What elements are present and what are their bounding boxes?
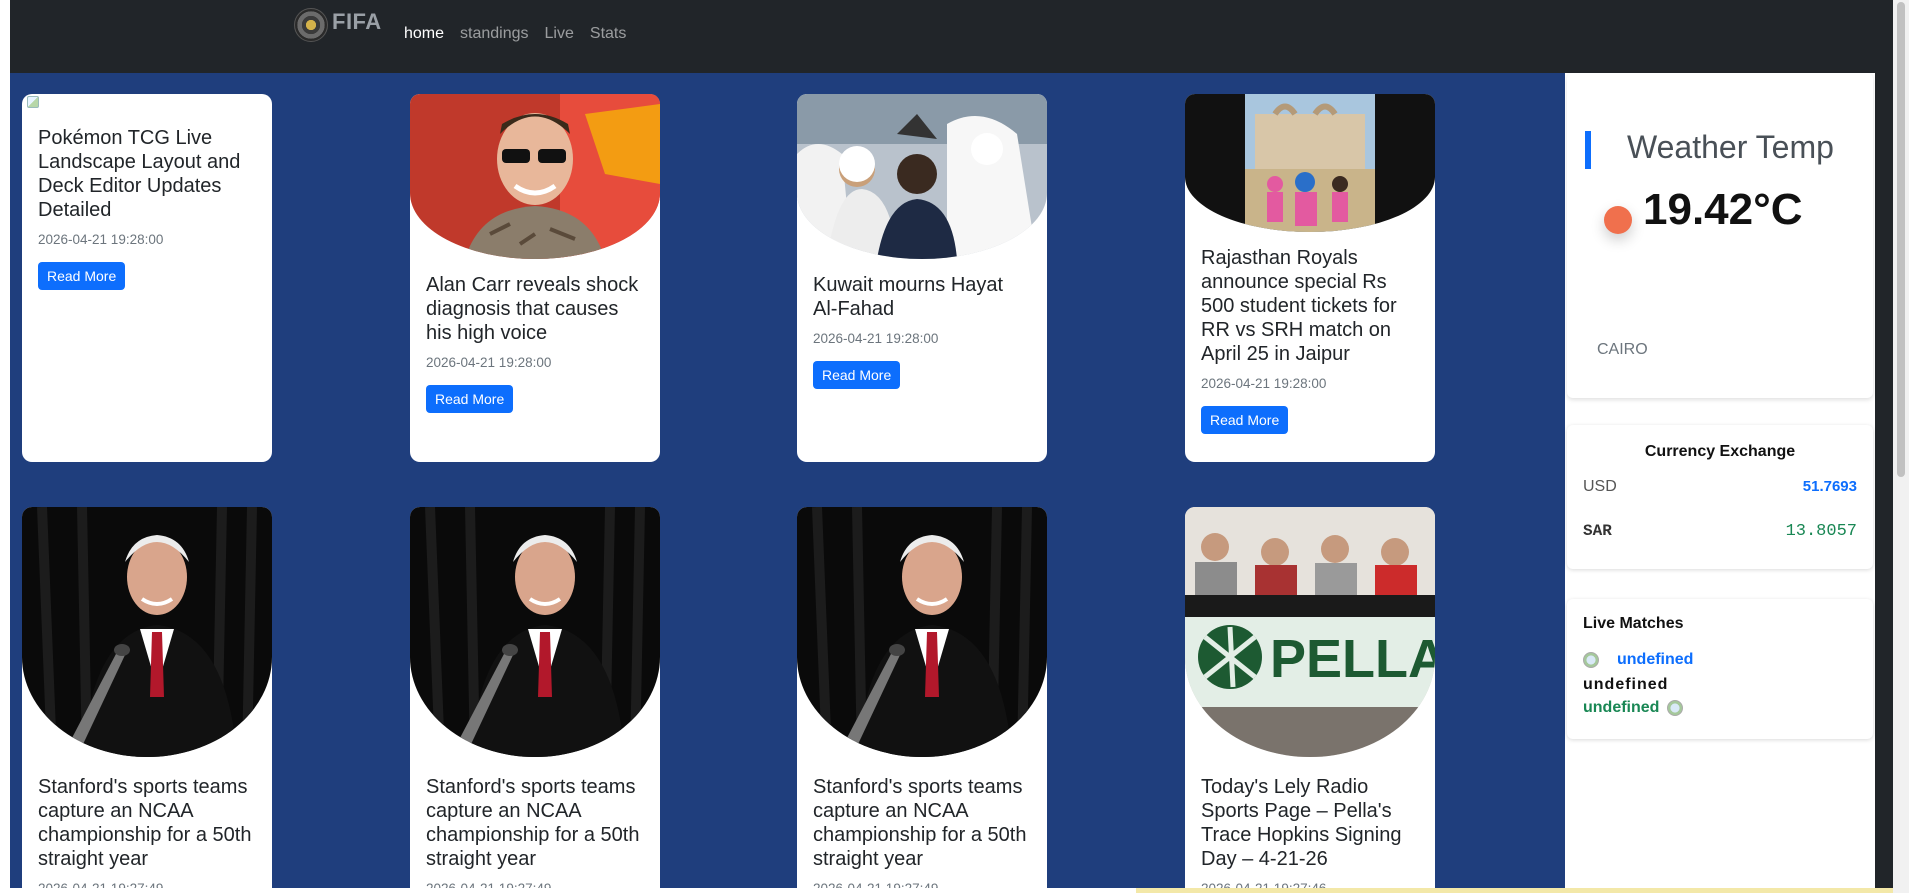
news-card: Alan Carr reveals shock diagnosis that c…: [410, 94, 660, 462]
currency-row: SAR 13.8057: [1583, 522, 1857, 541]
news-card: Kuwait mourns Hayat Al-Fahad 2026-04-21 …: [797, 94, 1047, 462]
card-body: Rajasthan Royals announce special Rs 500…: [1185, 232, 1435, 448]
nav-link-standings[interactable]: standings: [460, 25, 529, 43]
news-card: Pokémon TCG Live Landscape Layout and De…: [22, 94, 272, 462]
speaker-at-podium-photo[interactable]: [22, 507, 272, 757]
card-body: Kuwait mourns Hayat Al-Fahad 2026-04-21 …: [797, 259, 1047, 403]
card-title: Pokémon TCG Live Landscape Layout and De…: [38, 127, 241, 221]
currency-code: USD: [1583, 478, 1617, 495]
live-matches-widget: Live Matches undefined undefined undefin…: [1567, 599, 1873, 739]
card-title: Stanford's sports teams capture an NCAA …: [426, 776, 640, 870]
card-image-art: [410, 507, 660, 757]
currency-value: 51.7693: [1802, 478, 1857, 495]
card-body: Pokémon TCG Live Landscape Layout and De…: [22, 94, 272, 304]
card-date: 2026-04-21 19:28:00: [426, 355, 552, 370]
match-away-row[interactable]: undefined: [1583, 699, 1684, 717]
page: FIFA home standings Live Stats Pokémon T…: [0, 0, 1909, 893]
speaker-at-podium-photo[interactable]: [797, 507, 1047, 757]
card-image-art: [797, 507, 1047, 757]
currency-code: SAR: [1583, 522, 1612, 540]
right-gutter: [1875, 0, 1893, 893]
weather-city: CAIRO: [1597, 341, 1648, 358]
news-card: Rajasthan Royals announce special Rs 500…: [1185, 94, 1435, 462]
home-team-logo-icon: [1583, 652, 1599, 668]
sidebar: Weather Temp 19.42°C CAIRO Currency Exch…: [1565, 73, 1875, 893]
card-body: Stanford's sports teams capture an NCAA …: [797, 757, 1047, 893]
speaker-at-podium-photo[interactable]: [410, 507, 660, 757]
news-card: PELLA Today's Lely Radio Sports Page – P…: [1185, 507, 1435, 893]
card-body: Stanford's sports teams capture an NCAA …: [22, 757, 272, 893]
card-image-art: [797, 94, 1047, 259]
weather-temperature: 19.42°C: [1643, 185, 1803, 234]
card-body: Alan Carr reveals shock diagnosis that c…: [410, 259, 660, 427]
card-image-art: [410, 94, 660, 259]
card-body: Stanford's sports teams capture an NCAA …: [410, 757, 660, 893]
match-score: undefined: [1583, 676, 1669, 693]
read-more-button[interactable]: Read More: [426, 385, 514, 413]
scrollbar-thumb[interactable]: [1897, 2, 1905, 477]
nav-links: home standings Live Stats: [404, 25, 626, 43]
match-score-row: undefined: [1583, 676, 1668, 694]
currency-row: USD 51.7693: [1583, 478, 1857, 496]
news-card: Stanford's sports teams capture an NCAA …: [797, 507, 1047, 893]
card-date: 2026-04-21 19:28:00: [1201, 376, 1327, 391]
man-with-glasses-photo[interactable]: [410, 94, 660, 259]
card-image-art: [22, 507, 272, 757]
cricket-fans-palace-photo[interactable]: [1185, 94, 1435, 232]
read-more-button[interactable]: Read More: [813, 361, 901, 389]
broken-image-icon: [27, 96, 39, 108]
card-title: Stanford's sports teams capture an NCAA …: [38, 776, 252, 870]
vertical-scrollbar[interactable]: [1893, 0, 1909, 893]
home-team-name: undefined: [1617, 651, 1694, 668]
read-more-button[interactable]: Read More: [38, 262, 126, 290]
weather-title: Weather Temp: [1627, 129, 1834, 165]
sun-icon: [1604, 206, 1632, 234]
currency-value: 13.8057: [1785, 522, 1857, 541]
read-more-button[interactable]: Read More: [1201, 406, 1289, 434]
card-body: Today's Lely Radio Sports Page – Pella's…: [1185, 757, 1435, 893]
away-team-logo-icon: [1667, 700, 1684, 716]
navbar: FIFA home standings Live Stats: [10, 0, 1875, 73]
brand-name: FIFA: [332, 9, 382, 34]
card-title: Today's Lely Radio Sports Page – Pella's…: [1201, 776, 1402, 870]
left-edge: [0, 0, 10, 893]
crowd-mourning-photo[interactable]: [797, 94, 1047, 259]
live-matches-title: Live Matches: [1583, 615, 1684, 632]
bottom-border: [0, 888, 1893, 893]
nav-link-home[interactable]: home: [404, 25, 444, 43]
away-team-name: undefined: [1583, 699, 1660, 716]
brand[interactable]: FIFA: [294, 8, 382, 42]
weather-widget: Weather Temp 19.42°C CAIRO: [1567, 73, 1873, 398]
svg-text:PELLA: PELLA: [1270, 629, 1435, 689]
card-title: Rajasthan Royals announce special Rs 500…: [1201, 247, 1397, 365]
card-image-art: PELLA: [1185, 507, 1435, 757]
card-image-art: [1185, 94, 1435, 232]
soccer-ball-icon: [294, 8, 328, 42]
card-title: Kuwait mourns Hayat Al-Fahad: [813, 274, 1004, 320]
currency-title: Currency Exchange: [1644, 443, 1796, 460]
news-card: Stanford's sports teams capture an NCAA …: [22, 507, 272, 893]
news-card: Stanford's sports teams capture an NCAA …: [410, 507, 660, 893]
card-date: 2026-04-21 19:28:00: [813, 331, 939, 346]
currency-widget: Currency Exchange USD 51.7693 SAR 13.805…: [1567, 425, 1873, 569]
match-home-row[interactable]: undefined: [1583, 651, 1693, 669]
nav-link-stats[interactable]: Stats: [590, 25, 626, 43]
card-title: Stanford's sports teams capture an NCAA …: [813, 776, 1027, 870]
card-date: 2026-04-21 19:28:00: [38, 232, 164, 247]
weather-accent-bar: [1585, 131, 1591, 169]
pella-signing-day-photo[interactable]: PELLA: [1185, 507, 1435, 757]
nav-link-live[interactable]: Live: [545, 25, 574, 43]
card-title: Alan Carr reveals shock diagnosis that c…: [426, 274, 639, 344]
